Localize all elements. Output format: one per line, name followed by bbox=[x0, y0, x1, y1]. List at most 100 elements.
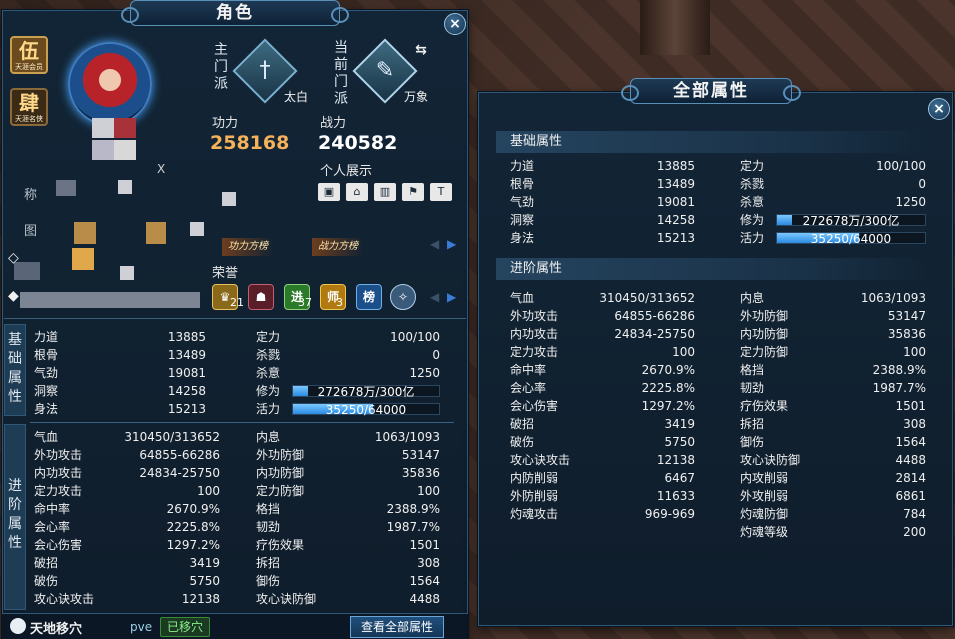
section-divider bbox=[4, 318, 466, 319]
power-value: 258168 bbox=[210, 132, 290, 154]
diamond-icon: ◆ bbox=[8, 288, 19, 304]
footer-skill-name: 天地移穴 bbox=[30, 622, 83, 637]
all-cultivation-bar-text: 272678万/300亿 bbox=[802, 214, 900, 228]
cultivation-bar-text: 272678万/300亿 bbox=[317, 385, 415, 399]
next-arrow-icon[interactable]: ▶ bbox=[447, 290, 456, 304]
moved-hole-status[interactable]: 已移穴 bbox=[160, 617, 211, 637]
cultivation-row: 修为 bbox=[256, 382, 292, 400]
switch-faction-icon[interactable]: ⇆ bbox=[412, 42, 430, 60]
honor-count: 3 bbox=[336, 296, 343, 309]
blurred-map-block bbox=[72, 248, 94, 270]
blurred-title-block bbox=[222, 192, 236, 206]
advanced-stat-row: 外功攻击 64855-66286 bbox=[34, 446, 220, 464]
basic-stat-key: 气劲 bbox=[34, 366, 59, 380]
view-all-attributes-button[interactable]: 查看全部属性 bbox=[350, 616, 444, 638]
all-advanced-stat-value: 53147 bbox=[887, 309, 926, 323]
advanced-stat-value: 1501 bbox=[409, 538, 440, 552]
advanced-stat-value: 35836 bbox=[401, 466, 440, 480]
advanced-stat-key: 内功防御 bbox=[256, 466, 305, 480]
all-advanced-stat-value: 308 bbox=[903, 417, 926, 431]
basic-stat-key: 根骨 bbox=[34, 348, 59, 362]
id-card-icon[interactable]: ▣ bbox=[318, 183, 340, 201]
bang-badge-icon[interactable]: 榜 bbox=[356, 284, 382, 310]
all-advanced-stat-value: 5750 bbox=[664, 435, 695, 449]
advanced-stat-value: 4488 bbox=[409, 592, 440, 606]
basic-attributes-header: 基础属性 bbox=[496, 131, 930, 153]
current-faction-char: 门 bbox=[334, 74, 348, 90]
all-advanced-stat-row: 灼魂防御 784 bbox=[740, 505, 926, 523]
all-advanced-stat-key: 攻心诀防御 bbox=[740, 453, 801, 467]
all-advanced-stat-key: 内防削弱 bbox=[510, 471, 559, 485]
close-icon[interactable]: × bbox=[444, 13, 466, 35]
all-advanced-stat-value: 100 bbox=[903, 345, 926, 359]
advanced-stat-key: 破伤 bbox=[34, 574, 59, 588]
helmet-icon[interactable]: ☗ bbox=[248, 284, 274, 310]
basic-stat-row: 气劲 19081 bbox=[34, 364, 206, 382]
hero-rank-glyph: 肆 bbox=[19, 91, 39, 115]
footer-mode: pve bbox=[130, 620, 153, 634]
next-arrow-icon[interactable]: ▶ bbox=[447, 237, 456, 251]
all-advanced-stat-row: 内功防御 35836 bbox=[740, 325, 926, 343]
advanced-stat-row: 破招 3419 bbox=[34, 554, 220, 572]
all-vitality-row: 活力 bbox=[740, 229, 776, 247]
all-advanced-stat-value: 100 bbox=[672, 345, 695, 359]
vehicle-icon[interactable]: ⚑ bbox=[402, 183, 424, 201]
basic-stat-row: 杀戮 0 bbox=[256, 346, 440, 364]
main-faction-char: 主 bbox=[214, 42, 228, 58]
prev-arrow-icon[interactable]: ◀ bbox=[430, 237, 439, 251]
advanced-stat-value: 310450/313652 bbox=[124, 430, 220, 444]
all-advanced-stat-key: 破伤 bbox=[510, 435, 535, 449]
tab-advanced-attributes[interactable]: 进 阶 属 性 bbox=[4, 424, 26, 610]
all-basic-stat-row: 根骨 13489 bbox=[510, 175, 695, 193]
all-advanced-stat-key: 格挡 bbox=[740, 363, 765, 377]
all-basic-stat-value: 14258 bbox=[656, 213, 695, 227]
blurred-name-block bbox=[92, 140, 114, 160]
basic-stat-key: 杀意 bbox=[256, 366, 281, 380]
advanced-stat-value: 24834-25750 bbox=[139, 466, 220, 480]
all-advanced-stat-key: 韧劲 bbox=[740, 381, 765, 395]
all-basic-stat-key: 气劲 bbox=[510, 195, 535, 209]
all-advanced-stat-key: 会心伤害 bbox=[510, 399, 559, 413]
all-advanced-stat-value: 6861 bbox=[895, 489, 926, 503]
all-advanced-stat-value: 969-969 bbox=[644, 507, 695, 521]
advanced-stat-row: 会心伤害 1297.2% bbox=[34, 536, 220, 554]
combat-rank-badge[interactable]: 战力方榜 bbox=[312, 238, 364, 256]
all-advanced-stat-value: 310450/313652 bbox=[599, 291, 695, 305]
combat-value: 240582 bbox=[318, 132, 398, 154]
current-faction-char: 当 bbox=[334, 40, 348, 56]
all-advanced-stat-key: 外功防御 bbox=[740, 309, 789, 323]
character-avatar[interactable] bbox=[68, 42, 152, 126]
all-advanced-stat-value: 2814 bbox=[895, 471, 926, 485]
all-basic-stat-row: 洞察 14258 bbox=[510, 211, 695, 229]
all-advanced-stat-row: 气血 310450/313652 bbox=[510, 289, 695, 307]
blurred-title-block bbox=[56, 180, 76, 196]
tab-char: 阶 bbox=[8, 497, 22, 513]
all-advanced-stat-row: 内息 1063/1093 bbox=[740, 289, 926, 307]
close-icon[interactable]: × bbox=[928, 98, 950, 120]
all-basic-stat-key: 杀意 bbox=[740, 195, 765, 209]
all-advanced-stat-value: 1501 bbox=[895, 399, 926, 413]
basic-stat-value: 0 bbox=[432, 348, 440, 362]
blurred-name-block bbox=[92, 118, 114, 138]
background-pillar bbox=[640, 0, 710, 55]
member-rank-glyph: 伍 bbox=[19, 39, 39, 63]
all-advanced-stat-value: 1297.2% bbox=[641, 399, 695, 413]
power-rank-badge[interactable]: 功力方榜 bbox=[222, 238, 274, 256]
house-icon[interactable]: ⌂ bbox=[346, 183, 368, 201]
blurred-map-block bbox=[120, 266, 134, 280]
prev-arrow-icon[interactable]: ◀ bbox=[430, 290, 439, 304]
all-cultivation-bar: 272678万/300亿 bbox=[776, 214, 926, 228]
tab-basic-attributes[interactable]: 基 础 属 性 bbox=[4, 324, 26, 416]
building-icon[interactable]: ▥ bbox=[374, 183, 396, 201]
all-vitality-key: 活力 bbox=[740, 231, 765, 245]
honor-count: 21 bbox=[230, 296, 244, 309]
all-advanced-stat-key: 外攻削弱 bbox=[740, 489, 789, 503]
blurred-title-block bbox=[118, 180, 132, 194]
all-basic-stat-key: 根骨 bbox=[510, 177, 535, 191]
compass-icon[interactable]: ✧ bbox=[390, 284, 416, 310]
advanced-stat-row: 气血 310450/313652 bbox=[34, 428, 220, 446]
all-attributes-title: 全部属性 bbox=[621, 78, 801, 104]
all-advanced-stat-row: 内防削弱 6467 bbox=[510, 469, 695, 487]
all-basic-stat-value: 19081 bbox=[656, 195, 695, 209]
garment-icon[interactable]: T bbox=[430, 183, 452, 201]
